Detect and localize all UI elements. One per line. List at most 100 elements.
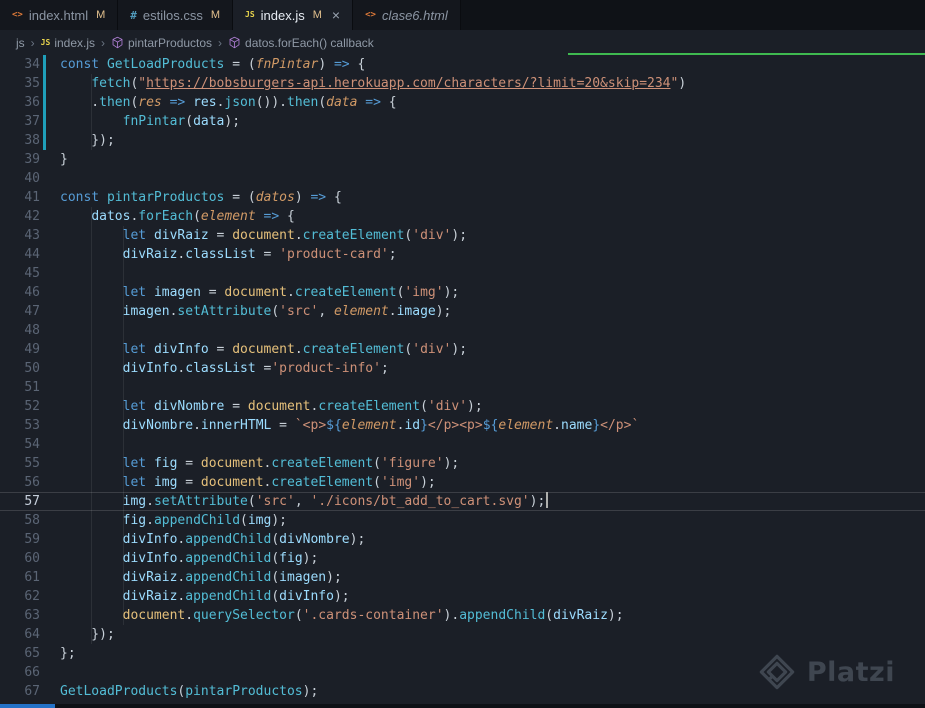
gutter-margin (40, 321, 48, 340)
line-number: 57 (24, 494, 40, 509)
breadcrumb-label: index.js (54, 35, 95, 50)
breadcrumb-item[interactable]: js (16, 36, 25, 50)
code-line-49[interactable]: 49 let divInfo = document.createElement(… (0, 340, 925, 359)
code-line-64[interactable]: 64 }); (0, 625, 925, 644)
line-number: 53 (24, 418, 40, 433)
code-line-55[interactable]: 55 let fig = document.createElement('fig… (0, 454, 925, 473)
tab-bar: <> index.html M # estilos.css M JS index.js M × <>… (0, 0, 925, 30)
git-modified-indicator (40, 131, 48, 150)
code-line-45[interactable]: 45 (0, 264, 925, 283)
code-line-57[interactable]: 57 img.setAttribute('src', './icons/bt_a… (0, 492, 925, 511)
tab-index.html[interactable]: <> index.html M (0, 0, 119, 30)
breadcrumb-item[interactable]: JS index.js (41, 36, 95, 50)
gutter-margin (40, 492, 48, 511)
tab-clase6.html[interactable]: <> clase6.html (353, 0, 461, 30)
code-line-52[interactable]: 52 let divNombre = document.createElemen… (0, 397, 925, 416)
platzi-logo-icon (759, 654, 795, 690)
html-file-icon: <> (365, 9, 376, 20)
code-text: }); (60, 133, 115, 148)
code-line-63[interactable]: 63 document.querySelector('.cards-contai… (0, 606, 925, 625)
code-text: let img = document.createElement('img'); (122, 475, 436, 490)
gutter-margin (40, 283, 48, 302)
code-line-35[interactable]: 35 fetch("https://bobsburgers-api.heroku… (0, 74, 925, 93)
code-line-61[interactable]: 61 divRaiz.appendChild(imagen); (0, 568, 925, 587)
gutter-margin (40, 416, 48, 435)
code-line-53[interactable]: 53 divNombre.innerHTML = `<p>${element.i… (0, 416, 925, 435)
platzi-watermark-text: Platzi (806, 656, 895, 688)
code-line-34[interactable]: 34 const GetLoadProducts = (fnPintar) => … (0, 55, 925, 74)
code-line-43[interactable]: 43 let divRaiz = document.createElement(… (0, 226, 925, 245)
status-bar-strip (0, 704, 925, 708)
code-text: .then(res => res.json()).then(data => { (60, 95, 397, 110)
tab-label: index.js (260, 7, 305, 23)
line-number: 67 (24, 684, 40, 699)
code-line-62[interactable]: 62 divRaiz.appendChild(divInfo); (0, 587, 925, 606)
breadcrumb-item[interactable]: datos.forEach() callback (228, 36, 374, 50)
code-text: let divNombre = document.createElement('… (122, 399, 483, 414)
line-number: 44 (24, 247, 40, 262)
code-line-39[interactable]: 39} (0, 150, 925, 169)
code-text: divRaiz.classList = 'product-card'; (122, 247, 397, 262)
code-text: fnPintar(data); (122, 114, 241, 129)
platzi-watermark: Platzi (757, 652, 895, 692)
code-text: let fig = document.createElement('figure… (122, 456, 460, 471)
line-number: 36 (24, 95, 40, 110)
code-line-56[interactable]: 56 let img = document.createElement('img… (0, 473, 925, 492)
git-modified-indicator (40, 93, 48, 112)
css-file-icon: # (130, 8, 137, 22)
line-number: 52 (24, 399, 40, 414)
code-line-51[interactable]: 51 (0, 378, 925, 397)
line-number: 62 (24, 589, 40, 604)
code-text: const pintarProductos = (datos) => { (60, 190, 342, 205)
gutter-margin (40, 340, 48, 359)
code-lines: 34 const GetLoadProducts = (fnPintar) => … (0, 55, 925, 701)
breadcrumb-separator: › (218, 35, 223, 50)
js-file-icon: JS (40, 37, 51, 47)
breadcrumb-label: pintarProductos (128, 35, 213, 50)
code-line-42[interactable]: 42 datos.forEach(element => { (0, 207, 925, 226)
code-line-40[interactable]: 40 (0, 169, 925, 188)
code-line-54[interactable]: 54 (0, 435, 925, 454)
gutter-margin (40, 511, 48, 530)
code-line-48[interactable]: 48 (0, 321, 925, 340)
code-text: fig.appendChild(img); (122, 513, 287, 528)
line-number: 34 (24, 57, 40, 72)
code-line-41[interactable]: 41 const pintarProductos = (datos) => { (0, 188, 925, 207)
code-text: divNombre.innerHTML = `<p>${element.id}<… (122, 418, 640, 433)
status-bar-remote-segment (0, 704, 55, 708)
code-editor[interactable]: 34 const GetLoadProducts = (fnPintar) => … (0, 55, 925, 704)
code-line-47[interactable]: 47 imagen.setAttribute('src', element.im… (0, 302, 925, 321)
code-line-46[interactable]: 46 let imagen = document.createElement('… (0, 283, 925, 302)
code-line-58[interactable]: 58 fig.appendChild(img); (0, 511, 925, 530)
close-icon[interactable]: × (332, 8, 340, 22)
code-text: divInfo.appendChild(fig); (122, 551, 319, 566)
gutter-margin (40, 663, 48, 682)
line-number: 56 (24, 475, 40, 490)
breadcrumb-separator: › (101, 35, 105, 50)
code-line-59[interactable]: 59 divInfo.appendChild(divNombre); (0, 530, 925, 549)
code-text: document.querySelector('.cards-container… (122, 608, 624, 623)
line-number: 58 (24, 513, 40, 528)
tab-index.js[interactable]: JS index.js M × (233, 0, 354, 30)
line-number: 39 (24, 152, 40, 167)
line-number: 54 (24, 437, 40, 452)
code-line-50[interactable]: 50 divInfo.classList ='product-info'; (0, 359, 925, 378)
tab-label: estilos.css (142, 7, 203, 23)
gutter-margin (40, 473, 48, 492)
code-text: imagen.setAttribute('src', element.image… (122, 304, 452, 319)
gutter-margin (40, 644, 48, 663)
code-text: const GetLoadProducts = (fnPintar) => { (60, 57, 366, 72)
code-line-37[interactable]: 37 fnPintar(data); (0, 112, 925, 131)
gutter-margin (40, 188, 48, 207)
code-line-36[interactable]: 36 .then(res => res.json()).then(data =>… (0, 93, 925, 112)
gutter-margin (40, 207, 48, 226)
code-line-44[interactable]: 44 divRaiz.classList = 'product-card'; (0, 245, 925, 264)
gutter-margin (40, 169, 48, 188)
code-line-38[interactable]: 38 }); (0, 131, 925, 150)
line-number: 38 (24, 133, 40, 148)
tab-estilos.css[interactable]: # estilos.css M (118, 0, 234, 30)
breadcrumb-item[interactable]: pintarProductos (111, 36, 212, 50)
code-line-60[interactable]: 60 divInfo.appendChild(fig); (0, 549, 925, 568)
